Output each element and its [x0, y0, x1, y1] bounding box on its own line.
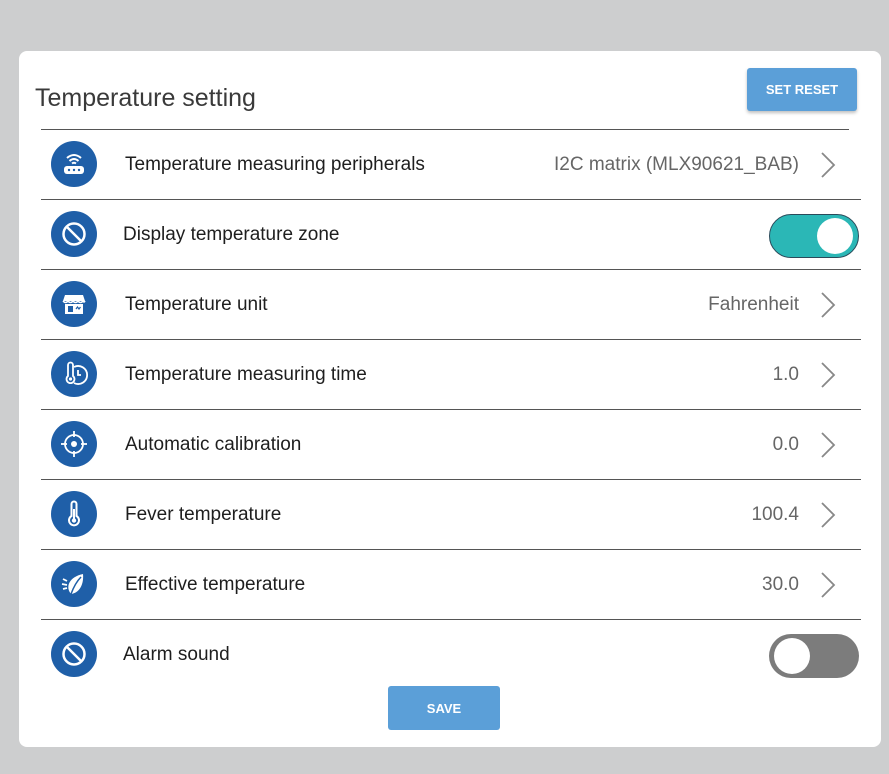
chevron-right-icon: [821, 572, 836, 598]
thermometer-icon: [51, 491, 97, 537]
setting-row-effective[interactable]: Effective temperature 30.0: [41, 550, 861, 620]
setting-label: Automatic calibration: [125, 434, 302, 455]
setting-value: 100.4: [751, 504, 799, 525]
setting-label: Temperature measuring time: [125, 364, 367, 385]
setting-value: 1.0: [772, 364, 799, 385]
display-zone-toggle[interactable]: [769, 214, 859, 258]
setting-row-calibration[interactable]: Automatic calibration 0.0: [41, 410, 861, 480]
setting-row-display-zone: Display temperature zone: [41, 200, 861, 270]
toggle-knob: [817, 218, 853, 254]
setting-value: I2C matrix (MLX90621_BAB): [554, 154, 799, 175]
setting-label: Display temperature zone: [123, 224, 340, 245]
setting-label: Temperature measuring peripherals: [125, 154, 425, 175]
chevron-right-icon: [821, 292, 836, 318]
chevron-right-icon: [821, 502, 836, 528]
storefront-icon: [51, 281, 97, 327]
setting-label: Effective temperature: [125, 574, 306, 595]
set-reset-button[interactable]: SET RESET: [747, 68, 857, 111]
chevron-right-icon: [821, 432, 836, 458]
setting-label: Alarm sound: [123, 644, 230, 665]
prohibited-icon: [51, 211, 97, 257]
leaf-icon: [51, 561, 97, 607]
setting-row-alarm: Alarm sound: [41, 620, 861, 689]
setting-row-peripherals[interactable]: Temperature measuring peripherals I2C ma…: [41, 130, 861, 200]
toggle-knob: [774, 638, 810, 674]
setting-row-measuring-time[interactable]: Temperature measuring time 1.0: [41, 340, 861, 410]
target-icon: [51, 421, 97, 467]
setting-row-fever[interactable]: Fever temperature 100.4: [41, 480, 861, 550]
alarm-sound-toggle[interactable]: [769, 634, 859, 678]
thermometer-clock-icon: [51, 351, 97, 397]
settings-panel: Temperature setting SET RESET Temperatur…: [19, 51, 881, 747]
router-icon: [51, 141, 97, 187]
setting-label: Fever temperature: [125, 504, 282, 525]
chevron-right-icon: [821, 362, 836, 388]
setting-value: 30.0: [762, 574, 799, 595]
prohibited-icon: [51, 631, 97, 677]
setting-row-unit[interactable]: Temperature unit Fahrenheit: [41, 270, 861, 340]
chevron-right-icon: [821, 152, 836, 178]
page-title: Temperature setting: [35, 84, 256, 112]
setting-value: 0.0: [772, 434, 799, 455]
settings-list: Temperature measuring peripherals I2C ma…: [41, 130, 861, 689]
setting-label: Temperature unit: [125, 294, 268, 315]
setting-value: Fahrenheit: [708, 294, 799, 315]
save-button[interactable]: SAVE: [388, 686, 500, 730]
